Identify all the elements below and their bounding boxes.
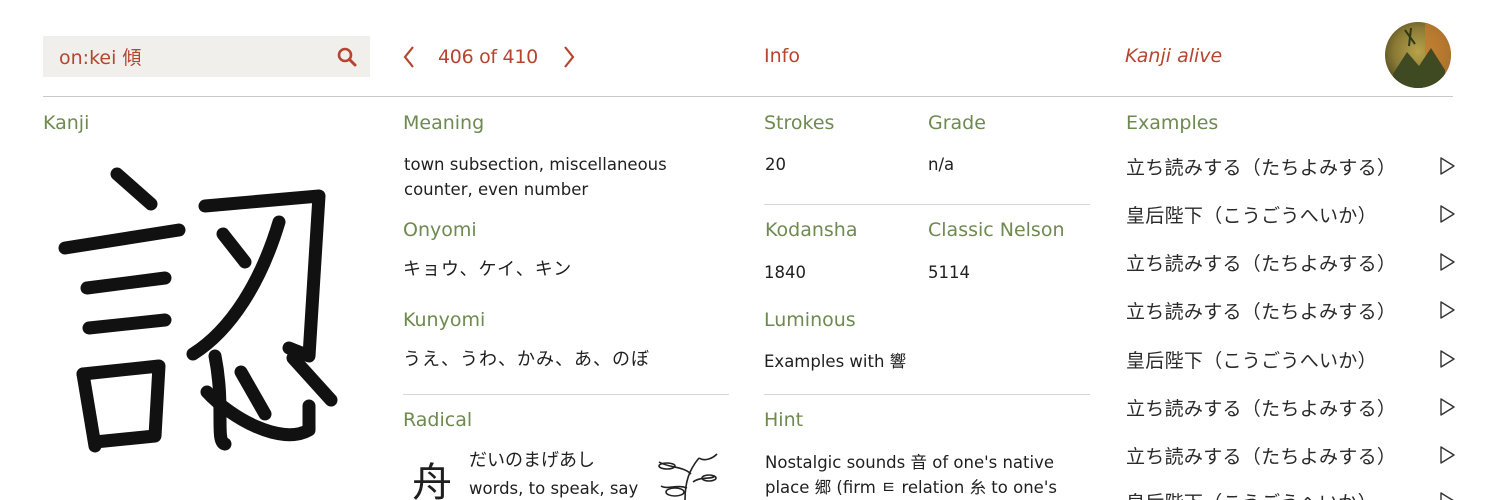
chevron-right-icon[interactable] (560, 44, 578, 70)
strokes-value: 20 (765, 155, 786, 174)
example-item[interactable]: 皇后陛下（こうごうへいか） (1126, 199, 1456, 229)
hint-heading: Hint (764, 409, 804, 431)
example-item[interactable]: 皇后陛下（こうごうへいか） (1126, 486, 1456, 500)
kanji-stroke-drawing (58, 167, 338, 453)
example-text: 皇后陛下（こうごうへいか） (1126, 204, 1377, 227)
radical-meaning: words, to speak, say (469, 479, 639, 498)
search-input[interactable] (43, 36, 333, 77)
classic-nelson-value: 5114 (928, 263, 970, 282)
strokes-divider (764, 204, 1090, 205)
onyomi-value: キョウ、ケイ、キン (403, 259, 573, 280)
pager: 406 of 410 (400, 40, 578, 74)
play-icon[interactable] (1438, 156, 1456, 176)
grade-heading: Grade (928, 112, 986, 134)
onyomi-heading: Onyomi (403, 219, 477, 241)
header-divider (43, 96, 1453, 97)
search-box[interactable] (43, 36, 370, 77)
hint-line-2: place 郷 (firm ㅌ relation 糸 to one's (765, 478, 1057, 497)
example-text: 立ち読みする（たちよみする） (1126, 156, 1397, 179)
example-item[interactable]: 皇后陛下（こうごうへいか） (1126, 344, 1456, 374)
luminous-link[interactable]: Examples with 響 (764, 349, 906, 374)
kodansha-value: 1840 (764, 263, 806, 282)
hint-line-1: Nostalgic sounds 音 of one's native (765, 453, 1055, 472)
grade-value: n/a (928, 155, 955, 174)
strokes-heading: Strokes (764, 112, 835, 134)
meaning-divider (403, 394, 729, 395)
search-icon[interactable] (336, 46, 358, 68)
radical-heading: Radical (403, 409, 473, 431)
play-icon[interactable] (1438, 300, 1456, 320)
play-icon[interactable] (1438, 397, 1456, 417)
meaning-line-1: town subsection, miscellaneous (404, 155, 667, 174)
classic-nelson-heading: Classic Nelson (928, 219, 1065, 241)
example-item[interactable]: 立ち読みする（たちよみする） (1126, 392, 1456, 422)
brand-link[interactable]: Kanji alive (1125, 45, 1222, 67)
example-text: 皇后陛下（こうごうへいか） (1126, 349, 1377, 372)
kodansha-heading: Kodansha (765, 219, 858, 241)
example-item[interactable]: 立ち読みする（たちよみする） (1126, 440, 1456, 470)
chevron-left-icon[interactable] (400, 44, 418, 70)
radical-char: 舟 (412, 460, 452, 500)
meaning-heading: Meaning (403, 112, 485, 134)
kunyomi-value: うえ、うわ、かみ、あ、のぼ (403, 349, 650, 370)
example-text: 立ち読みする（たちよみする） (1126, 300, 1397, 323)
example-text: 立ち読みする（たちよみする） (1126, 252, 1397, 275)
pager-count: 406 of 410 (438, 46, 538, 68)
play-icon[interactable] (1438, 349, 1456, 369)
play-icon[interactable] (1438, 204, 1456, 224)
kunyomi-heading: Kunyomi (403, 309, 486, 331)
example-item[interactable]: 立ち読みする（たちよみする） (1126, 151, 1456, 181)
examples-heading: Examples (1126, 112, 1219, 134)
example-text: 皇后陛下（こうごうへいか） (1126, 488, 1377, 500)
tab-info[interactable]: Info (764, 45, 800, 67)
kanji-heading: Kanji (43, 112, 90, 134)
example-text: 立ち読みする（たちよみする） (1126, 397, 1397, 420)
radical-illustration (658, 453, 718, 500)
play-icon[interactable] (1438, 445, 1456, 465)
radical-reading: だいのまげあし (469, 450, 595, 471)
example-item[interactable]: 立ち読みする（たちよみする） (1126, 247, 1456, 277)
luminous-heading: Luminous (764, 309, 856, 331)
meaning-line-2: counter, even number (404, 180, 589, 199)
play-icon[interactable] (1438, 491, 1456, 500)
example-item[interactable]: 立ち読みする（たちよみする） (1126, 295, 1456, 325)
avatar[interactable] (1385, 22, 1451, 88)
luminous-divider (764, 394, 1090, 395)
example-text: 立ち読みする（たちよみする） (1126, 445, 1397, 468)
play-icon[interactable] (1438, 252, 1456, 272)
